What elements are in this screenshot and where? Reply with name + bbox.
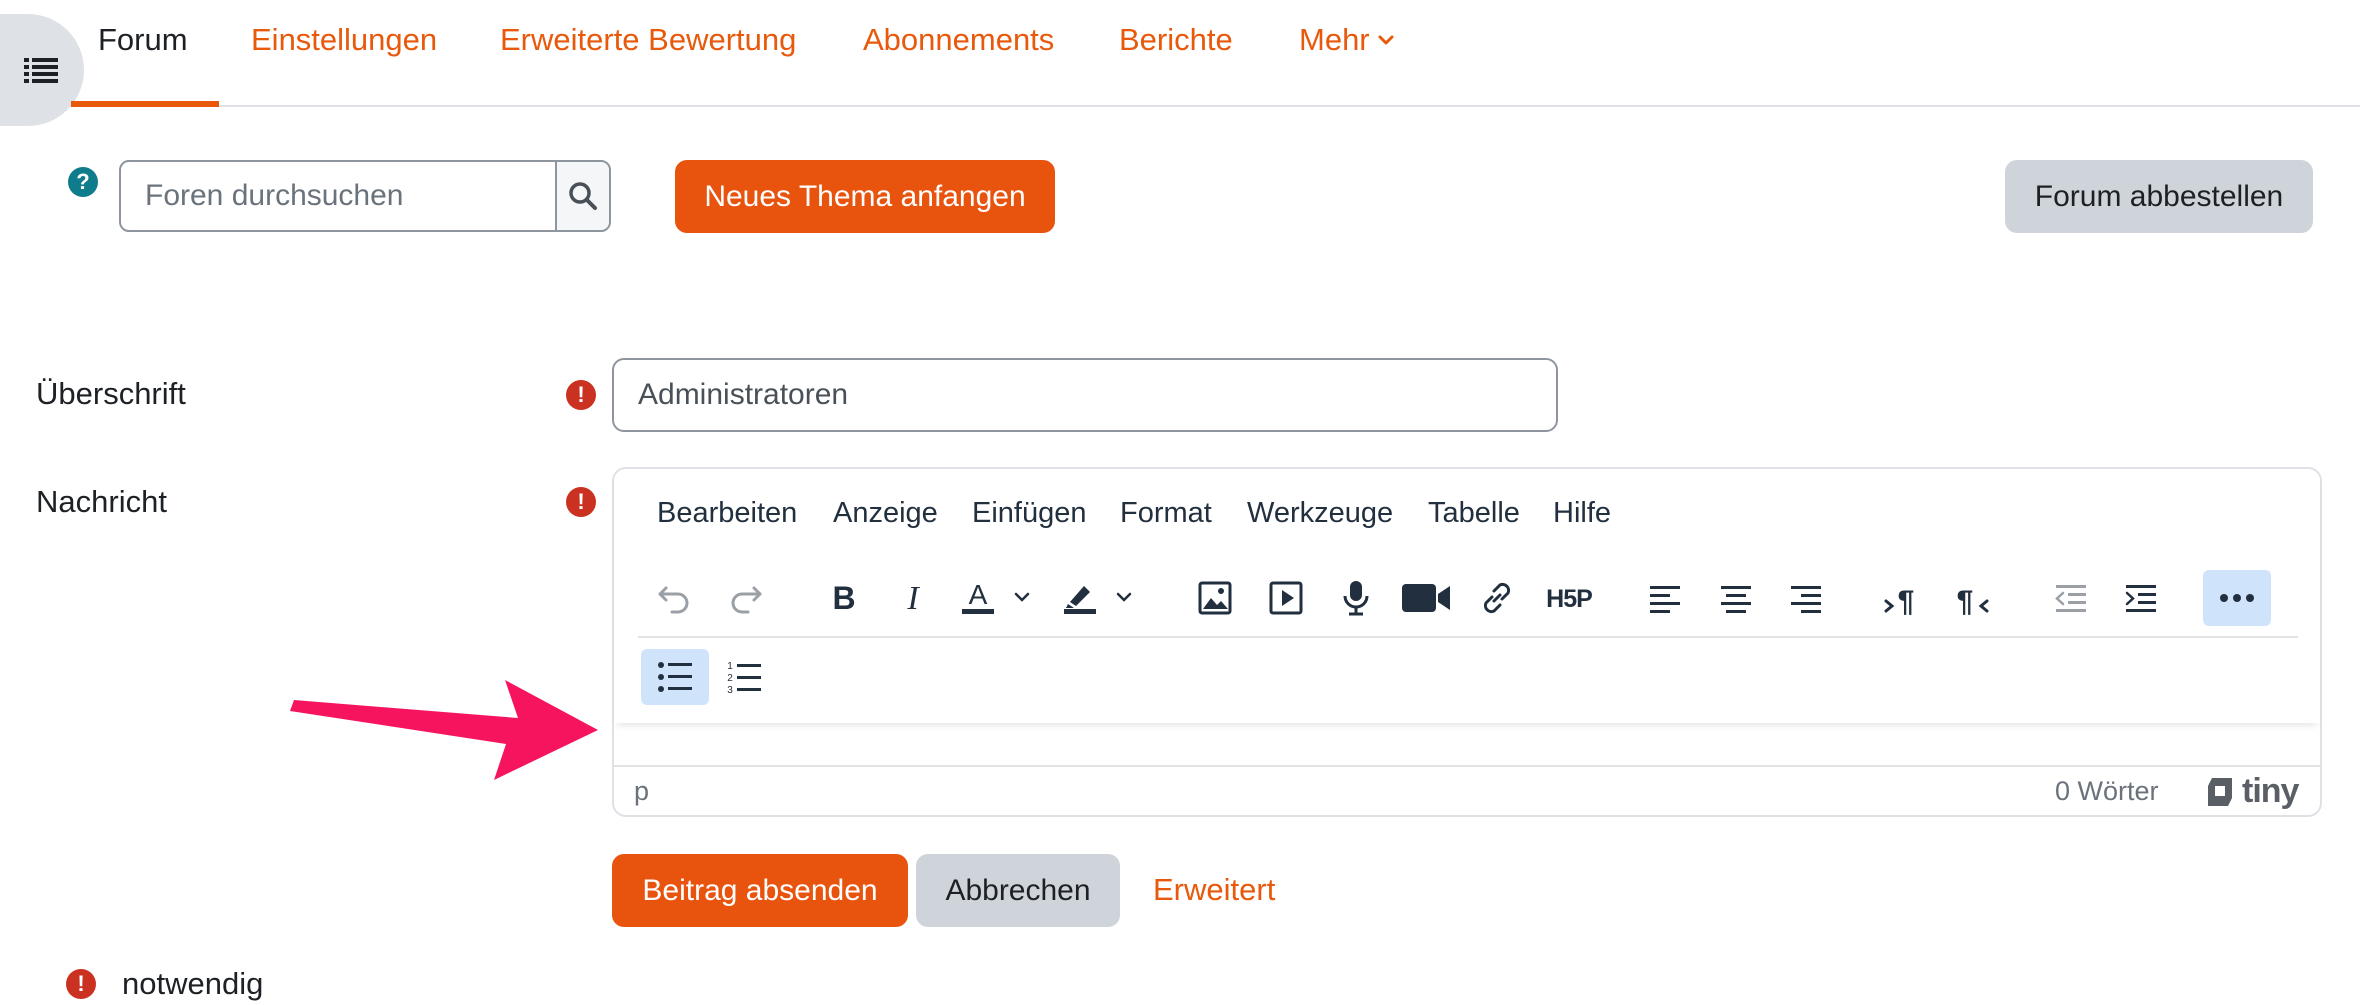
- menu-help[interactable]: Hilfe: [1553, 497, 1611, 530]
- align-center-icon: [1721, 586, 1751, 613]
- nav-divider: [0, 105, 2360, 107]
- svg-text:I: I: [906, 582, 920, 614]
- required-icon: !: [566, 487, 596, 517]
- align-right-icon: [1791, 586, 1821, 613]
- text-color-button[interactable]: A: [955, 573, 1047, 623]
- tiny-logo-icon: [2208, 777, 2232, 806]
- word-count[interactable]: 0 Wörter: [2055, 776, 2159, 807]
- tab-subscriptions[interactable]: Abonnements: [863, 22, 1054, 58]
- menu-tools[interactable]: Werkzeuge: [1247, 497, 1393, 530]
- svg-text:3: 3: [727, 685, 733, 694]
- rtl-button[interactable]: ¶: [1946, 573, 1996, 623]
- numbered-list-button[interactable]: 1 2 3: [719, 649, 769, 705]
- svg-text:¶: ¶: [1957, 585, 1974, 615]
- tab-forum[interactable]: Forum: [98, 22, 188, 58]
- outdent-button[interactable]: [2046, 573, 2096, 623]
- bold-icon: B: [832, 582, 855, 614]
- list-icon: [24, 58, 58, 83]
- new-topic-button[interactable]: Neues Thema anfangen: [675, 160, 1055, 233]
- course-index-toggle[interactable]: [0, 14, 84, 126]
- align-right-button[interactable]: [1781, 573, 1831, 623]
- required-icon: !: [566, 380, 596, 410]
- active-tab-indicator: [71, 101, 219, 107]
- annotation-arrow-icon: [290, 680, 598, 780]
- indent-button[interactable]: [2116, 573, 2166, 623]
- align-left-icon: [1650, 586, 1680, 613]
- h5p-icon: H5P: [1546, 585, 1593, 613]
- more-toolbar-button[interactable]: [2203, 570, 2271, 626]
- record-video-button[interactable]: [1396, 573, 1456, 623]
- highlight-color-button[interactable]: [1057, 573, 1149, 623]
- subject-label: Überschrift: [36, 376, 186, 411]
- svg-text:B: B: [832, 582, 855, 614]
- h5p-button[interactable]: H5P: [1538, 573, 1600, 623]
- insert-image-button[interactable]: [1190, 573, 1240, 623]
- cancel-button[interactable]: Abbrechen: [916, 854, 1120, 927]
- undo-icon: [658, 586, 689, 614]
- bullet-list-button[interactable]: [641, 649, 709, 705]
- italic-button[interactable]: I: [888, 573, 938, 623]
- highlighter-icon: [1064, 586, 1132, 614]
- search-button[interactable]: [555, 162, 609, 230]
- tab-settings[interactable]: Einstellungen: [251, 22, 437, 58]
- forum-search: [119, 160, 611, 232]
- menu-edit[interactable]: Bearbeiten: [657, 497, 797, 530]
- align-center-button[interactable]: [1711, 573, 1761, 623]
- svg-text:1: 1: [727, 661, 733, 672]
- video-camera-icon: [1402, 584, 1450, 612]
- redo-button[interactable]: [721, 573, 771, 623]
- required-icon: !: [66, 969, 96, 999]
- unsubscribe-button[interactable]: Forum abbestellen: [2005, 160, 2313, 233]
- help-icon[interactable]: ?: [68, 167, 98, 197]
- tab-reports[interactable]: Berichte: [1119, 22, 1233, 58]
- numbered-list-icon: 1 2 3: [727, 661, 761, 694]
- advanced-link[interactable]: Erweitert: [1153, 872, 1275, 908]
- ltr-button[interactable]: ¶: [1877, 573, 1927, 623]
- bold-button[interactable]: B: [819, 573, 869, 623]
- menu-format[interactable]: Format: [1120, 497, 1212, 530]
- subject-input[interactable]: Administratoren: [612, 358, 1558, 432]
- submit-post-button[interactable]: Beitrag absenden: [612, 854, 908, 927]
- tab-more[interactable]: Mehr: [1299, 22, 1394, 58]
- svg-text:H5P: H5P: [1546, 585, 1592, 613]
- italic-icon: I: [906, 582, 920, 614]
- redo-icon: [731, 586, 762, 614]
- left-to-right-icon: ¶: [1884, 585, 1915, 615]
- chevron-down-icon: [1378, 35, 1394, 45]
- svg-text:2: 2: [727, 673, 733, 684]
- ellipsis-icon: [2220, 594, 2254, 602]
- undo-button[interactable]: [649, 573, 699, 623]
- insert-link-button[interactable]: [1472, 573, 1522, 623]
- link-icon: [1483, 582, 1511, 614]
- tiny-brand-link[interactable]: tiny: [2204, 772, 2299, 811]
- microphone-icon: [1343, 581, 1369, 616]
- menu-view[interactable]: Anzeige: [833, 497, 938, 530]
- svg-text:¶: ¶: [1898, 585, 1915, 615]
- image-icon: [1198, 581, 1232, 615]
- menu-insert[interactable]: Einfügen: [972, 497, 1087, 530]
- menu-table[interactable]: Tabelle: [1428, 497, 1520, 530]
- required-note: notwendig: [122, 966, 264, 1001]
- outdent-icon: [2055, 585, 2086, 612]
- tab-advanced-grading[interactable]: Erweiterte Bewertung: [500, 22, 796, 58]
- search-icon: [569, 182, 597, 210]
- toolbar-divider: [638, 636, 2298, 638]
- search-input[interactable]: [121, 162, 555, 230]
- text-color-icon: A: [962, 579, 1030, 614]
- video-play-icon: [1269, 581, 1303, 615]
- element-path[interactable]: p: [634, 776, 649, 807]
- bullet-list-icon: [658, 662, 692, 692]
- record-audio-button[interactable]: [1331, 573, 1381, 623]
- tab-more-label: Mehr: [1299, 22, 1370, 57]
- right-to-left-icon: ¶: [1957, 585, 1989, 615]
- align-left-button[interactable]: [1640, 573, 1690, 623]
- tiny-brand-text: tiny: [2242, 772, 2299, 810]
- message-label: Nachricht: [36, 484, 167, 519]
- insert-media-button[interactable]: [1261, 573, 1311, 623]
- svg-text:A: A: [969, 579, 988, 610]
- indent-icon: [2125, 585, 2156, 612]
